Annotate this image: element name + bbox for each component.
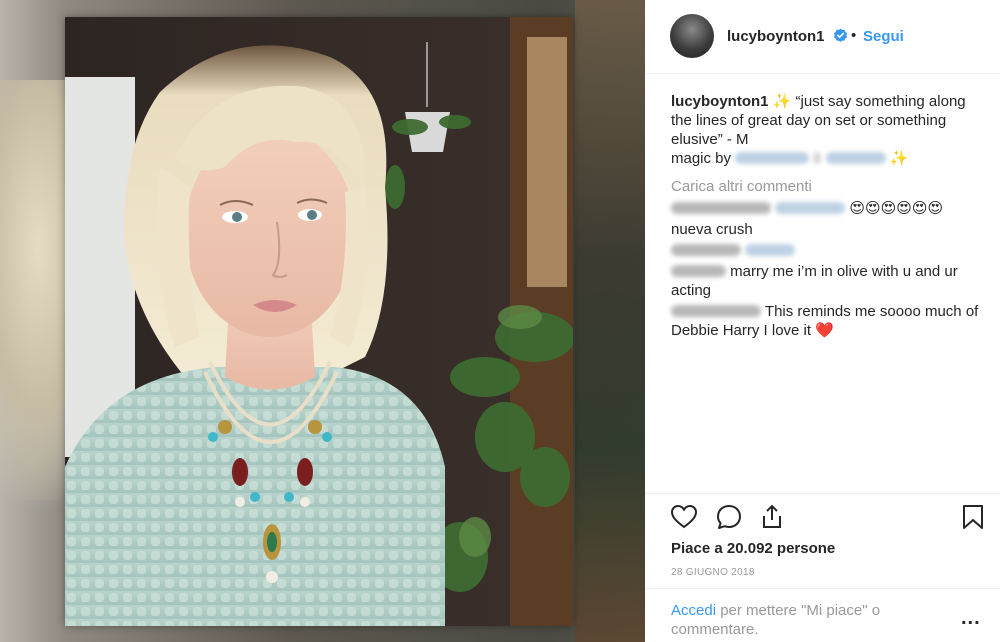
bookmark-icon[interactable] [959,503,987,531]
heart-icon[interactable] [670,503,698,531]
list-item [671,241,983,260]
login-prompt: Accedi per mettere "Mi piace" o commenta… [671,601,931,639]
blurred-username[interactable] [671,265,726,277]
list-item: nueva crush [671,220,983,239]
follow-button[interactable]: Segui [863,28,904,45]
list-item: marry me i’m in olive with u and ur acti… [671,262,983,300]
blurred-username[interactable] [671,305,761,317]
header-separator: • [851,27,857,44]
login-link[interactable]: Accedi [671,602,716,619]
caption-credit-sparkle: ✨ [889,150,909,167]
blurred-username[interactable] [671,244,741,256]
post-photo[interactable] [65,17,573,626]
share-icon[interactable] [758,503,786,531]
comment-text: nueva crush [671,221,753,238]
load-more-comments-button[interactable]: Carica altri commenti [671,177,983,196]
likes-count[interactable]: Piace a 20.092 persone [671,540,835,557]
blurred-mention[interactable] [825,152,886,164]
blurred-username[interactable] [671,202,771,214]
caption: lucyboynton1 ✨ “just say something along… [671,92,983,168]
post-date[interactable]: 28 GIUGNO 2018 [671,567,755,578]
comment-emoji: 😍😍😍😍😍😍 [849,200,944,217]
blurred-mention[interactable] [745,244,796,256]
verified-badge-icon [833,28,848,42]
post-header: lucyboynton1 • Segui [645,0,1000,74]
caption-credit-prefix: magic by [671,150,732,167]
comment-emoji: ❤️ [815,322,834,339]
more-options-button[interactable]: ... [961,607,981,630]
post-actions [645,493,1000,529]
comment-icon[interactable] [715,503,743,531]
blurred-mention[interactable] [775,202,846,214]
blurred-ampersand [813,152,822,164]
post-side-panel: lucyboynton1 • Segui lucyboynton1 ✨ “jus… [645,0,1000,642]
photo-illustration [65,17,573,626]
caption-username[interactable]: lucyboynton1 [671,93,769,110]
comments-list: lucyboynton1 ✨ “just say something along… [671,92,983,342]
list-item: This reminds me soooo much of Debbie Har… [671,302,983,340]
header-username[interactable]: lucyboynton1 [727,28,825,45]
avatar[interactable] [670,14,714,58]
caption-sparkle: ✨ [772,93,792,110]
login-footer: Accedi per mettere "Mi piace" o commenta… [645,588,1000,642]
list-item: 😍😍😍😍😍😍 [671,199,983,218]
backdrop-blur-right [575,0,645,642]
blurred-mention[interactable] [735,152,810,164]
